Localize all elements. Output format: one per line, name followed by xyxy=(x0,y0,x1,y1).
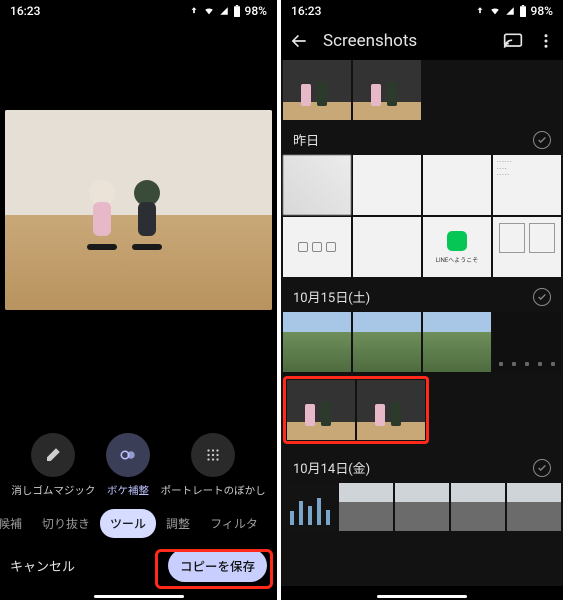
thumbnail[interactable] xyxy=(353,217,421,277)
thumbnail[interactable] xyxy=(283,60,351,120)
wifi-icon xyxy=(203,6,215,16)
battery-pct: 98% xyxy=(531,4,553,18)
status-time: 16:23 xyxy=(291,4,321,18)
thumbnail[interactable] xyxy=(287,380,355,440)
back-icon[interactable] xyxy=(289,31,309,51)
select-all-toggle[interactable] xyxy=(533,459,551,477)
thumbnail[interactable] xyxy=(507,483,561,531)
gesture-pill[interactable] xyxy=(377,595,467,598)
signal-icon xyxy=(219,6,229,16)
tool-bokeh-correct[interactable]: ボケ補整 xyxy=(106,433,150,498)
gesture-pill[interactable] xyxy=(94,595,184,598)
editor-photo-preview[interactable] xyxy=(5,110,272,310)
thumb-row-top xyxy=(281,60,563,120)
status-bar-left: 16:23 98% xyxy=(0,0,277,22)
battery-icon xyxy=(233,5,241,17)
tool-row: 消しゴムマジック ボケ補整 ポートレートのぼかし xyxy=(0,433,277,498)
section-label: 昨日 xyxy=(293,130,319,149)
thumbnail[interactable] xyxy=(423,312,491,372)
thumbnail[interactable] xyxy=(493,217,561,277)
thumbnail[interactable] xyxy=(339,483,393,531)
thumbnail[interactable]: - - - - - -- - - -- - - - - xyxy=(493,155,561,215)
thumbnail[interactable] xyxy=(283,155,351,215)
thumbnail[interactable] xyxy=(353,312,421,372)
tab-suggestions[interactable]: 候補 xyxy=(0,509,32,538)
thumbnail[interactable] xyxy=(283,312,351,372)
thumb-row-yesterday: - - - - - -- - - -- - - - - LINEへようこそ xyxy=(281,155,563,277)
more-icon[interactable] xyxy=(537,31,555,51)
thumbnail[interactable] xyxy=(451,483,505,531)
section-label: 10月14日(金) xyxy=(293,458,370,477)
select-all-toggle[interactable] xyxy=(533,131,551,149)
tool-label: 消しゴムマジック xyxy=(11,483,95,498)
upload-icon xyxy=(475,6,485,16)
thumb-row-oct14 xyxy=(281,483,563,531)
save-copy-button[interactable]: コピーを保存 xyxy=(168,549,267,582)
thumbnail[interactable] xyxy=(395,483,449,531)
select-all-toggle[interactable] xyxy=(533,288,551,306)
cast-icon[interactable] xyxy=(503,31,523,51)
status-time: 16:23 xyxy=(10,4,40,18)
thumbnail[interactable] xyxy=(357,380,425,440)
status-icons: 98% xyxy=(475,4,553,18)
thumbnail[interactable] xyxy=(283,217,351,277)
wifi-icon xyxy=(489,6,501,16)
tool-label: ボケ補整 xyxy=(107,483,149,498)
status-icons: 98% xyxy=(189,4,267,18)
tool-portrait-blur[interactable]: ポートレートのぼかし xyxy=(161,433,266,498)
tab-adjust[interactable]: 調整 xyxy=(156,509,200,538)
eraser-icon xyxy=(44,446,62,464)
section-label: 10月15日(土) xyxy=(293,287,370,306)
thumbnail[interactable] xyxy=(353,155,421,215)
cancel-button[interactable]: キャンセル xyxy=(10,556,75,575)
status-bar-right: 16:23 98% xyxy=(281,0,563,22)
section-header-oct14: 10月14日(金) xyxy=(281,448,563,483)
phone-editor-screen: 16:23 98% 消しゴムマジック ボケ補整 ポートレートのぼかし 候補 切り… xyxy=(0,0,277,600)
bokeh-icon xyxy=(119,446,137,464)
line-caption: LINEへようこそ xyxy=(423,255,491,264)
album-header: Screenshots xyxy=(281,22,563,60)
thumbnail[interactable] xyxy=(493,312,561,372)
tool-label: ポートレートのぼかし xyxy=(161,483,266,498)
album-scroll[interactable]: 昨日 - - - - - -- - - -- - - - - LINEへようこそ… xyxy=(281,60,563,586)
tab-tools[interactable]: ツール xyxy=(100,509,156,538)
album-title: Screenshots xyxy=(323,31,489,51)
thumb-row-oct15 xyxy=(281,312,563,372)
thumbnail[interactable] xyxy=(423,155,491,215)
editor-tabs[interactable]: 候補 切り抜き ツール 調整 フィルタ xyxy=(0,509,277,538)
thumbnail[interactable] xyxy=(283,483,337,531)
editor-bottom-bar: キャンセル コピーを保存 xyxy=(0,549,277,582)
tab-crop[interactable]: 切り抜き xyxy=(32,509,100,538)
thumbnail[interactable] xyxy=(353,60,421,120)
tab-filters[interactable]: フィルタ xyxy=(200,509,268,538)
signal-icon xyxy=(505,6,515,16)
battery-pct: 98% xyxy=(245,4,267,18)
upload-icon xyxy=(189,6,199,16)
tool-magic-eraser[interactable]: 消しゴムマジック xyxy=(11,433,95,498)
section-header-yesterday: 昨日 xyxy=(281,120,563,155)
grid-icon xyxy=(204,446,222,464)
section-header-oct15: 10月15日(土) xyxy=(281,277,563,312)
phone-album-screen: 16:23 98% Screenshots 昨日 - - - - - -- xyxy=(281,0,563,600)
battery-icon xyxy=(519,5,527,17)
selection-highlight-annotation xyxy=(283,376,429,444)
thumbnail[interactable]: LINEへようこそ xyxy=(423,217,491,277)
